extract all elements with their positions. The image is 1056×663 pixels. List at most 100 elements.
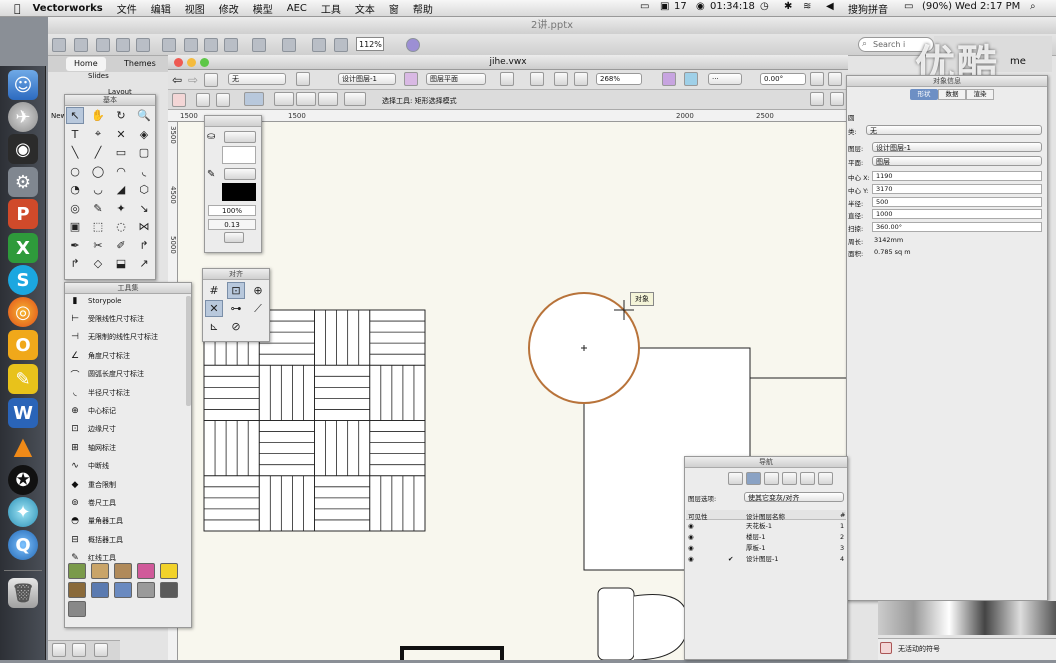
skype-icon[interactable]: S <box>8 265 38 295</box>
center-y-field[interactable]: 3170 <box>872 184 1042 194</box>
snap-tangent-icon[interactable]: ⟋ <box>249 300 267 317</box>
offset-tool-icon[interactable]: ↘ <box>135 200 153 217</box>
standard-views-select[interactable]: ··· <box>708 73 742 85</box>
snap-distance-icon[interactable]: ⊶ <box>227 300 245 317</box>
snap-intersection-icon[interactable]: ✕ <box>205 300 223 317</box>
tool-prefs-icon[interactable] <box>344 92 366 106</box>
angle-field[interactable]: 0.00° <box>760 73 806 85</box>
layer-select[interactable]: 设计图层-1 <box>338 73 396 85</box>
menu-edit[interactable]: 编辑 <box>151 1 171 16</box>
pen-style-select[interactable] <box>224 168 256 180</box>
polygon-select-icon[interactable] <box>318 92 338 106</box>
toolset-item[interactable]: ⌒ 圆弧长度尺寸标注 <box>68 366 144 383</box>
visibility-eye-icon[interactable]: ◉ <box>688 521 694 532</box>
powerpoint-icon[interactable]: P <box>8 199 38 229</box>
arc-tool-icon[interactable]: ◠ <box>112 163 130 180</box>
help-icon[interactable] <box>406 38 420 52</box>
projection-icon[interactable] <box>530 72 544 86</box>
toolset-item[interactable]: ⊣ 无限制的线性尺寸标注 <box>68 329 158 346</box>
class-select[interactable]: 无 <box>228 73 286 85</box>
ppt-zoom-field[interactable]: 112% <box>356 37 384 51</box>
double-line-tool-icon[interactable]: ╱ <box>89 144 107 161</box>
visibility-eye-icon[interactable]: ◉ <box>688 532 694 543</box>
tab-themes[interactable]: Themes <box>116 57 164 71</box>
connect-tool-icon[interactable]: ↱ <box>66 255 84 272</box>
zoom-button[interactable] <box>200 58 209 67</box>
clip-tool-icon[interactable]: ▣ <box>66 218 84 235</box>
layer-options-select[interactable]: 使其它变灰/对齐 <box>744 492 844 502</box>
undo-icon[interactable] <box>252 38 266 52</box>
toolset-group-icon[interactable] <box>160 563 178 579</box>
view-select[interactable]: 图层平面 <box>426 73 486 85</box>
wifi-icon[interactable]: ≋ <box>803 1 811 12</box>
toolset-item[interactable]: ⊟ 概括器工具 <box>68 531 123 548</box>
back-arrow-icon[interactable]: ⇦ <box>172 73 182 87</box>
reshape-tool-icon[interactable]: ✒ <box>66 237 84 254</box>
quicktime-icon[interactable]: Q <box>8 530 38 560</box>
tab-data[interactable]: 数据 <box>938 89 966 100</box>
menu-view[interactable]: 视图 <box>185 1 205 16</box>
layers-icon[interactable] <box>296 72 310 86</box>
center-x-field[interactable]: 1190 <box>872 171 1042 181</box>
battery-icon[interactable]: ▭ <box>904 1 913 12</box>
toolset-group-icon[interactable] <box>137 563 155 579</box>
pan-tool-icon[interactable]: ✋ <box>89 107 107 124</box>
oi-layer-select[interactable]: 设计图层-1 <box>872 142 1042 152</box>
word-icon[interactable]: W <box>8 398 38 428</box>
zoom-out-icon[interactable] <box>574 72 588 86</box>
new-doc-icon[interactable] <box>52 38 66 52</box>
radius-field[interactable]: 500 <box>872 197 1042 207</box>
snap-grid-icon[interactable]: # <box>205 282 223 299</box>
qq-icon[interactable]: ✪ <box>8 465 38 495</box>
zoom-tool-icon[interactable]: 🔍 <box>135 107 153 124</box>
freehand-tool-icon[interactable]: ◔ <box>66 181 84 198</box>
rotate-tool-icon[interactable]: ◌ <box>112 218 130 235</box>
tab-render[interactable]: 渲染 <box>966 89 994 100</box>
saved-views-icon[interactable] <box>204 73 218 87</box>
working-plane-icon[interactable] <box>662 72 676 86</box>
toolset-scrollbar[interactable] <box>186 296 191 406</box>
menu-window[interactable]: 窗 <box>389 1 399 16</box>
nav-references-icon[interactable] <box>800 472 815 485</box>
toolset-group-icon[interactable] <box>91 582 109 598</box>
toolset-group-icon[interactable] <box>68 601 86 617</box>
flyover-tool-icon[interactable]: ↻ <box>112 107 130 124</box>
rect-marquee-icon[interactable] <box>274 92 294 106</box>
interactive-scale-icon[interactable] <box>196 93 210 107</box>
toolset-group-icon[interactable] <box>114 563 132 579</box>
toolset-item[interactable]: ⊡ 边缘尺寸 <box>68 421 116 438</box>
toolset-item[interactable]: ⊕ 中心标记 <box>68 402 116 419</box>
print-icon[interactable] <box>136 38 150 52</box>
templates-icon[interactable] <box>74 38 88 52</box>
zoom-in-icon[interactable] <box>554 72 568 86</box>
polyline-tool-icon[interactable]: ◡ <box>89 181 107 198</box>
toolset-item[interactable]: ⊞ 轴网标注 <box>68 439 116 456</box>
fillet-tool-icon[interactable]: ✐ <box>112 237 130 254</box>
regular-polygon-tool-icon[interactable]: ⬡ <box>135 181 153 198</box>
attribute-tool-icon[interactable]: ✦ <box>112 200 130 217</box>
lasso-icon[interactable] <box>296 92 316 106</box>
fill-style-select[interactable] <box>224 131 256 143</box>
oi-class-select[interactable]: 无 <box>866 125 1042 135</box>
rect-select-mode-icon[interactable] <box>244 92 264 106</box>
pen-color-swatch[interactable] <box>222 183 256 201</box>
magnify-icon[interactable] <box>810 92 824 106</box>
menu-tools[interactable]: 工具 <box>321 1 341 16</box>
fill-tool-icon[interactable]: ◈ <box>135 126 153 143</box>
toolset-group-icon[interactable] <box>68 563 86 579</box>
tab-shape[interactable]: 形状 <box>910 89 938 100</box>
spotlight-icon[interactable]: ⌕ <box>1030 1 1036 12</box>
snap-object-icon[interactable]: ⊡ <box>227 282 245 299</box>
oval-tool-icon[interactable]: ○ <box>66 163 84 180</box>
status-a-icon[interactable]: ▣ <box>660 1 669 12</box>
fill-color-swatch[interactable] <box>222 146 256 164</box>
unlock-icon[interactable] <box>828 72 842 86</box>
facetime-icon[interactable]: ◉ <box>8 134 38 164</box>
toolset-item[interactable]: ◓ 量角器工具 <box>68 513 123 530</box>
cross-tool-icon[interactable]: ✕ <box>112 126 130 143</box>
toolset-item[interactable]: ∠ 角度尺寸标注 <box>68 347 130 364</box>
sorter-view-icon[interactable] <box>72 643 86 657</box>
input-method[interactable]: 搜狗拼音 <box>848 1 888 16</box>
slideshow-view-icon[interactable] <box>94 643 108 657</box>
trash-icon[interactable]: 🗑 <box>8 578 38 608</box>
